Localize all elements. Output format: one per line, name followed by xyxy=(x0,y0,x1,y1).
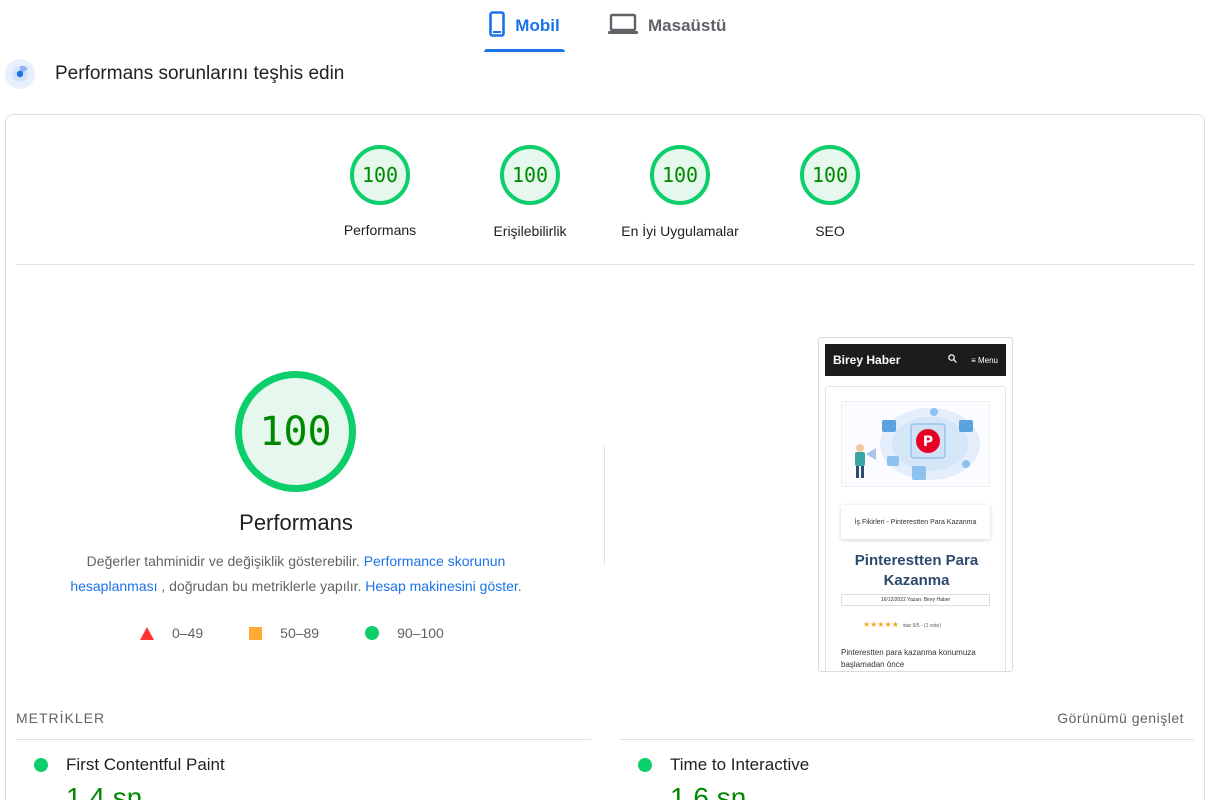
article-illustration: P xyxy=(841,401,990,487)
metric-name: Time to Interactive xyxy=(670,755,810,774)
tab-desktop[interactable]: Masaüstü xyxy=(608,0,733,52)
vertical-divider xyxy=(604,445,605,565)
divider xyxy=(620,739,1194,740)
pass-circle-icon xyxy=(638,758,652,772)
legend-pass: 90–100 xyxy=(365,625,444,641)
gauge-performance[interactable]: 100 xyxy=(350,145,410,205)
site-article: P İş Fikirleri - Pinterestten Para Kazan… xyxy=(825,386,1006,671)
desc-text: Değerler tahminidir ve değişiklik göster… xyxy=(86,553,360,569)
laptop-icon xyxy=(608,13,638,40)
gauge-score: 100 xyxy=(361,163,399,187)
square-icon xyxy=(249,626,263,640)
diagnose-title: Performans sorunlarını teşhis edin xyxy=(55,63,345,84)
tab-mobile[interactable]: Mobil xyxy=(484,0,565,52)
desc-text: , doğrudan bu metriklerle yapılır. xyxy=(161,578,362,594)
article-category: İş Fikirleri - Pinterestten Para Kazanma xyxy=(841,505,990,539)
legend-fail: 0–49 xyxy=(140,625,203,641)
article-meta: 16/12/2022 Yazan: Birey Haber xyxy=(841,594,990,606)
hamburger-icon: ≡ xyxy=(971,355,978,365)
category-label-seo: SEO xyxy=(815,223,845,239)
gauge-score: 100 xyxy=(661,163,699,187)
performance-description: Değerler tahminidir ve değişiklik göster… xyxy=(46,549,546,599)
performance-title: Performans xyxy=(239,510,353,535)
gauge-accessibility[interactable]: 100 xyxy=(500,145,560,205)
gauge-score: 100 xyxy=(511,163,549,187)
article-text: Pinterestten para kazanma konumuza başla… xyxy=(841,648,976,669)
divider xyxy=(16,264,1194,265)
metric-value: 1,6 sn xyxy=(670,782,747,800)
performance-gauge-large: 100 xyxy=(235,371,356,492)
site-header: Birey Haber ≡ Menu xyxy=(825,344,1006,376)
device-tabs: Mobil Masaüstü xyxy=(0,0,1212,52)
gauge-score: 100 xyxy=(811,163,849,187)
final-screenshot[interactable]: Birey Haber ≡ Menu P İş Fikirleri - Pint… xyxy=(818,337,1013,672)
metric-name: First Contentful Paint xyxy=(66,755,225,774)
article-title: Pinterestten Para Kazanma xyxy=(854,552,979,589)
legend-pass-label: 90–100 xyxy=(397,625,444,641)
svg-text:P: P xyxy=(923,434,933,450)
triangle-icon xyxy=(140,626,154,640)
site-brand: Birey Haber xyxy=(833,353,901,367)
metric-tti: Time to Interactive xyxy=(638,755,809,775)
report-card: 100 Performans 100 Erişilebilirlik 100 E… xyxy=(5,114,1205,800)
star-icons: ★★★★★ xyxy=(863,620,899,629)
legend-average: 50–89 xyxy=(249,625,319,641)
metric-value: 1,4 sn xyxy=(66,782,143,800)
circle-icon xyxy=(365,626,380,640)
lighthouse-icon xyxy=(5,59,35,89)
gauge-best-practices[interactable]: 100 xyxy=(650,145,710,205)
metrics-heading: METRİKLER xyxy=(16,710,106,726)
pass-circle-icon xyxy=(34,758,48,772)
active-tab-indicator xyxy=(484,49,565,52)
divider xyxy=(16,739,591,740)
performance-score: 100 xyxy=(259,408,332,455)
score-legend: 0–49 50–89 90–100 xyxy=(140,623,490,643)
gauge-seo[interactable]: 100 xyxy=(800,145,860,205)
site-menu-label: Menu xyxy=(977,355,998,365)
smartphone-icon xyxy=(489,10,506,42)
tab-mobile-label: Mobil xyxy=(515,16,560,35)
legend-fail-label: 0–49 xyxy=(172,625,204,641)
menu-label: ≡ Menu xyxy=(971,356,998,365)
rating-text: star 5/5 - (1 vote) xyxy=(902,623,941,629)
diagnose-header: Performans sorunlarını teşhis edin xyxy=(5,56,344,92)
desc-text: . xyxy=(517,578,522,594)
star-rating: ★★★★★ star 5/5 - (1 vote) xyxy=(863,620,941,629)
metric-fcp: First Contentful Paint xyxy=(34,755,225,775)
tab-desktop-label: Masaüstü xyxy=(648,16,727,35)
search-icon xyxy=(948,354,958,366)
calculator-link[interactable]: Hesap makinesini göster xyxy=(365,578,518,594)
legend-average-label: 50–89 xyxy=(280,625,320,641)
expand-view-toggle[interactable]: Görünümü genişlet xyxy=(1057,710,1184,726)
